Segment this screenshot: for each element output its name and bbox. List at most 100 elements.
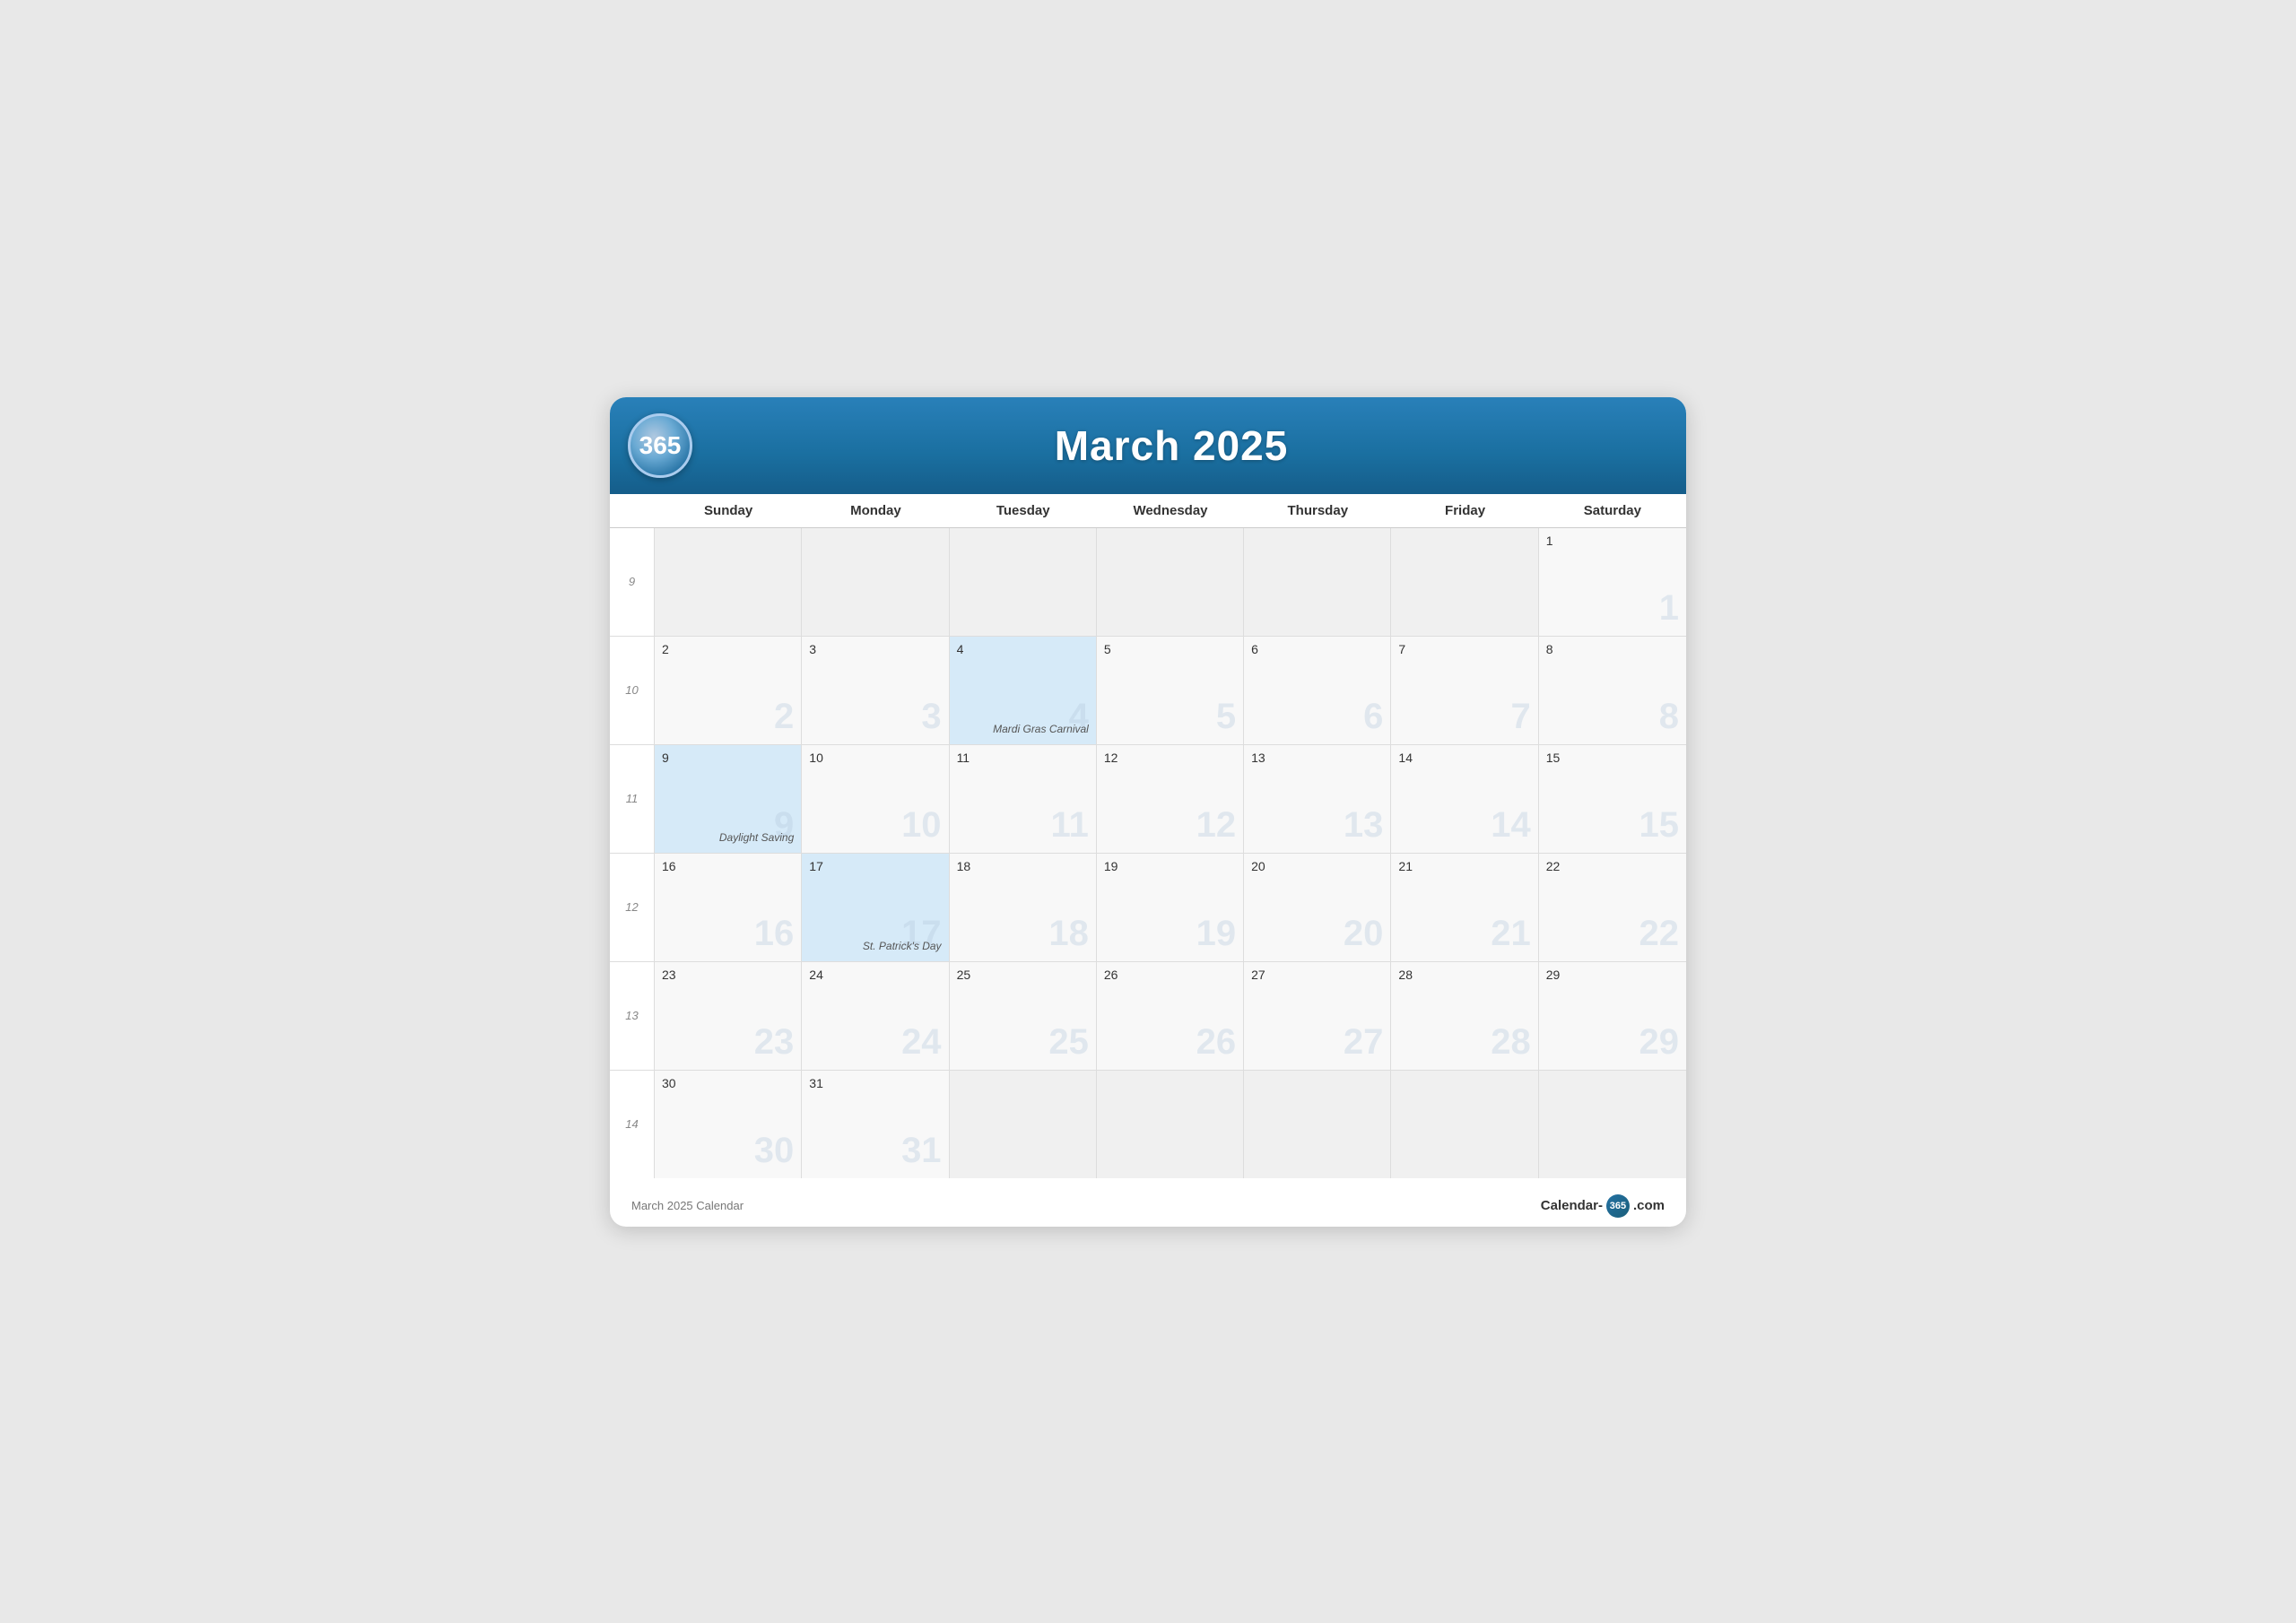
watermark-date: 25 [1048,1022,1089,1063]
calendar-cell [1097,528,1244,636]
week-number: 13 [610,962,655,1070]
watermark-date: 28 [1491,1022,1531,1063]
watermark-date: 16 [754,914,795,954]
cell-date-number: 18 [957,859,971,873]
calendar-container: 365 March 2025 SundayMondayTuesdayWednes… [610,397,1686,1227]
calendar-row: 1216161717St. Patrick's Day1818191920202… [610,854,1686,962]
calendar-cell: 22 22 [1539,854,1686,961]
cell-date-number: 31 [809,1076,823,1090]
watermark-date: 7 [1510,697,1530,737]
day-header-tuesday: Tuesday [950,494,1097,527]
calendar-cell: 3030 [655,1071,802,1178]
watermark-date: 19 [1196,914,1237,954]
calendar-title: March 2025 [692,421,1650,470]
week-num-header-spacer [610,494,655,527]
cell-date-number: 6 [1251,642,1258,656]
watermark-date: 22 [1639,914,1680,954]
watermark-date: 23 [754,1022,795,1063]
calendar-row: 10223344Mardi Gras Carnival55667788 [610,637,1686,745]
day-header-monday: Monday [802,494,949,527]
calendar-cell: 77 [1391,637,1538,744]
calendar-cell: 28 28 [1391,962,1538,1070]
watermark-date: 8 [1659,697,1679,737]
week-number: 14 [610,1071,655,1178]
watermark-date: 3 [921,697,941,737]
calendar-row: 132323242425252626272728282929 [610,962,1686,1071]
cell-date-number: 26 [1104,968,1118,982]
calendar-cell: 10 10 [802,745,949,853]
calendar-body: 91110223344Mardi Gras Carnival5566778811… [610,528,1686,1178]
cell-date-number: 23 [662,968,676,982]
watermark-date: 10 [901,805,942,846]
calendar-cell [1391,1071,1538,1178]
calendar-cell: 3131 [802,1071,949,1178]
watermark-date: 26 [1196,1022,1237,1063]
watermark-date: 30 [754,1131,795,1171]
cell-date-number: 8 [1546,642,1553,656]
cell-event-label: St. Patrick's Day [863,940,942,952]
calendar-row: 1430303131 [610,1071,1686,1178]
calendar-cell: 2525 [950,962,1097,1070]
calendar-cell: 1616 [655,854,802,961]
calendar-cell: 88 [1539,637,1686,744]
watermark-date: 18 [1048,914,1089,954]
watermark-date: 27 [1344,1022,1384,1063]
cell-date-number: 16 [662,859,676,873]
calendar-cell: 99Daylight Saving [655,745,802,853]
cell-date-number: 19 [1104,859,1118,873]
watermark-date: 11 [1051,805,1089,846]
calendar-cell [1244,528,1391,636]
watermark-date: 2 [774,697,794,737]
cell-date-number: 4 [957,642,964,656]
calendar-cell: 22 [655,637,802,744]
cell-date-number: 5 [1104,642,1111,656]
week-number: 10 [610,637,655,744]
cell-date-number: 28 [1398,968,1413,982]
calendar-cell [1244,1071,1391,1178]
watermark-date: 12 [1196,805,1237,846]
watermark-date: 6 [1363,697,1383,737]
calendar-cell: 33 [802,637,949,744]
day-header-thursday: Thursday [1244,494,1391,527]
calendar-cell [802,528,949,636]
cell-date-number: 1 [1546,534,1553,548]
cell-date-number: 13 [1251,751,1265,765]
watermark-date: 1 [1659,588,1679,629]
calendar-cell: 2424 [802,962,949,1070]
calendar-cell: 1414 [1391,745,1538,853]
cell-date-number: 14 [1398,751,1413,765]
day-header-sunday: Sunday [655,494,802,527]
calendar-cell: 23 23 [655,962,802,1070]
cell-date-number: 22 [1546,859,1561,873]
watermark-date: 21 [1491,914,1531,954]
footer-logo-text: 365 [1610,1201,1626,1211]
calendar-cell: 1111 [950,745,1097,853]
calendar-cell: 27 27 [1244,962,1391,1070]
cell-date-number: 12 [1104,751,1118,765]
calendar-cell: 2929 [1539,962,1686,1070]
cell-date-number: 10 [809,751,823,765]
footer-logo-circle: 365 [1606,1194,1630,1218]
watermark-date: 13 [1344,805,1384,846]
calendar-cell: 44Mardi Gras Carnival [950,637,1097,744]
calendar-grid: SundayMondayTuesdayWednesdayThursdayFrid… [610,494,1686,1178]
week-number: 11 [610,745,655,853]
day-header-wednesday: Wednesday [1097,494,1244,527]
calendar-cell: 1818 [950,854,1097,961]
cell-date-number: 9 [662,751,669,765]
cell-date-number: 17 [809,859,823,873]
cell-date-number: 21 [1398,859,1413,873]
cell-date-number: 27 [1251,968,1265,982]
cell-date-number: 2 [662,642,669,656]
footer-brand-suffix: .com [1633,1198,1665,1213]
cell-date-number: 3 [809,642,816,656]
cell-date-number: 24 [809,968,823,982]
logo-text: 365 [639,431,682,460]
calendar-cell [950,528,1097,636]
cell-event-label: Mardi Gras Carnival [993,723,1089,735]
cell-event-label: Daylight Saving [719,831,794,844]
cell-date-number: 15 [1546,751,1561,765]
week-number: 9 [610,528,655,636]
cell-date-number: 29 [1546,968,1561,982]
calendar-header: 365 March 2025 [610,397,1686,494]
